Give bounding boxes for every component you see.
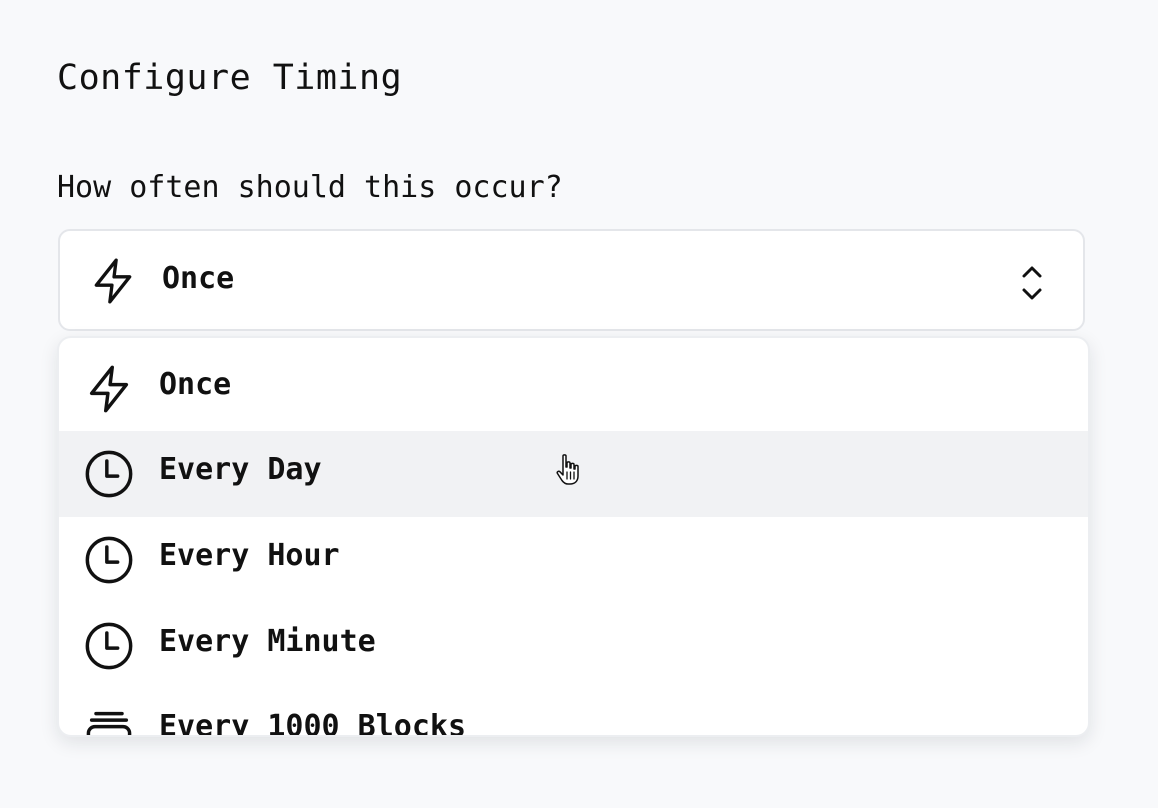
page-title: Configure Timing [57, 58, 403, 98]
option-label: Once [159, 367, 232, 402]
clock-icon [85, 536, 133, 584]
chevron-up-down-icon[interactable] [1017, 263, 1047, 303]
option-every-hour[interactable]: Every Hour [59, 517, 1088, 603]
lightning-icon [89, 365, 129, 413]
clock-icon [85, 622, 133, 670]
frequency-options-list: Once Every Day Every Hour Every Minute E… [57, 336, 1090, 737]
option-label: Every Minute [159, 624, 376, 659]
blocks-icon [86, 711, 132, 735]
lightning-icon [94, 258, 132, 304]
option-every-day[interactable]: Every Day [59, 431, 1088, 517]
selected-value: Once [162, 261, 235, 296]
timing-config-page: Configure Timing How often should this o… [0, 0, 1158, 808]
option-label: Every Hour [159, 538, 340, 573]
frequency-select[interactable]: Once [58, 229, 1085, 331]
clock-icon [85, 450, 133, 498]
option-every-minute[interactable]: Every Minute [59, 603, 1088, 689]
option-label: Every 1000 Blocks [159, 709, 467, 737]
frequency-question-label: How often should this occur? [57, 170, 563, 205]
option-label: Every Day [159, 452, 322, 487]
option-every-1000-blocks[interactable]: Every 1000 Blocks [59, 688, 1088, 737]
option-once[interactable]: Once [59, 346, 1088, 432]
